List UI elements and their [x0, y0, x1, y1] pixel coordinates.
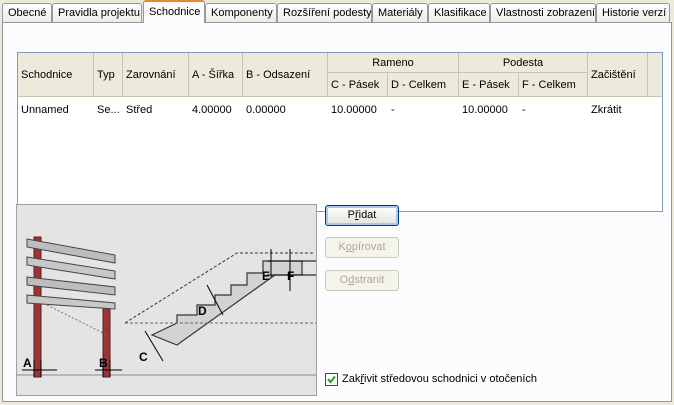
col-header-e-pasek[interactable]: E - Pásek: [459, 73, 519, 97]
check-mark-icon: [327, 375, 336, 384]
cell-zarovnani: Střed: [126, 104, 153, 116]
tab-vlastnosti-zobrazeni[interactable]: Vlastnosti zobrazení: [490, 3, 596, 22]
remove-button[interactable]: Odstranit: [325, 270, 399, 291]
tab-strip: Obecné Pravidla projektu Schodnice Kompo…: [0, 0, 674, 24]
remove-button-label-pre: O: [339, 274, 349, 286]
cell-schodnice: Unnamed: [21, 104, 69, 116]
dim-label-c: C: [139, 350, 148, 364]
copy-button-label-pre: K: [338, 241, 346, 253]
cell-f-celkem: -: [522, 104, 526, 116]
tab-klasifikace[interactable]: Klasifikace: [428, 3, 490, 22]
remove-button-label-post: stranit: [354, 274, 385, 286]
dim-label-e: E: [262, 269, 270, 283]
cell-a-sirka: 4.00000: [192, 104, 232, 116]
dim-label-b: B: [99, 356, 108, 370]
tab-schodnice[interactable]: Schodnice: [143, 0, 205, 23]
cell-typ: Se...: [97, 104, 120, 116]
col-group-rameno: Rameno: [328, 53, 459, 73]
cell-zacisteni: Zkrátit: [591, 104, 622, 116]
dim-label-a: A: [23, 356, 32, 370]
add-button[interactable]: Přidat: [325, 205, 399, 226]
curve-center-stringer-checkbox[interactable]: [325, 373, 338, 386]
curve-center-stringer-label[interactable]: Zakřivit středovou schodnici v otočeních: [342, 373, 537, 386]
add-button-label-pre: P: [347, 209, 355, 221]
cell-d-celkem: -: [391, 104, 395, 116]
col-header-a-sirka[interactable]: A - Šířka: [189, 53, 243, 97]
tab-materialy[interactable]: Materiály: [372, 3, 428, 22]
tab-pravidla-projektu[interactable]: Pravidla projektu: [52, 3, 142, 22]
col-header-c-pasek[interactable]: C - Pásek: [328, 73, 388, 97]
tab-page-schodnice: Schodnice Typ Zarovnání A - Šířka B - Od…: [2, 22, 672, 402]
col-group-podesta: Podesta: [459, 53, 588, 73]
col-header-b-odsazeni[interactable]: B - Odsazení: [243, 53, 328, 97]
dim-label-f: F: [287, 269, 294, 283]
cell-b-odsazeni: 0.00000: [246, 104, 286, 116]
col-header-schodnice[interactable]: Schodnice: [18, 53, 94, 97]
dim-label-d: D: [198, 304, 207, 318]
col-header-zarovnani[interactable]: Zarovnání: [123, 53, 189, 97]
copy-button-label-post: pírovat: [351, 241, 386, 253]
cell-c-pasek: 10.00000: [331, 104, 377, 116]
tab-historie-verzi[interactable]: Historie verzí: [596, 3, 670, 22]
stair-stringer-diagram: A B E F D C: [16, 204, 317, 396]
col-header-zacisteni[interactable]: Začištění: [588, 53, 648, 97]
tab-obecne[interactable]: Obecné: [2, 3, 52, 22]
stringers-table[interactable]: Schodnice Typ Zarovnání A - Šířka B - Od…: [17, 52, 663, 212]
add-button-label-post: idat: [358, 209, 377, 221]
checkbox-label-post: ivit středovou schodnici v otočeních: [364, 373, 538, 385]
col-header-typ[interactable]: Typ: [94, 53, 123, 97]
tab-rozsireni-podesty[interactable]: Rozšíření podesty: [277, 3, 372, 22]
tab-komponenty[interactable]: Komponenty: [205, 3, 277, 22]
col-header-d-celkem[interactable]: D - Celkem: [388, 73, 459, 97]
col-header-f-celkem[interactable]: F - Celkem: [519, 73, 588, 97]
checkbox-label-pre: Zak: [342, 373, 361, 385]
stair-diagram-graphic: A B E F D C: [17, 205, 316, 395]
cell-e-pasek: 10.00000: [462, 104, 508, 116]
copy-button[interactable]: Kopírovat: [325, 237, 399, 258]
col-header-filler: [648, 53, 662, 97]
